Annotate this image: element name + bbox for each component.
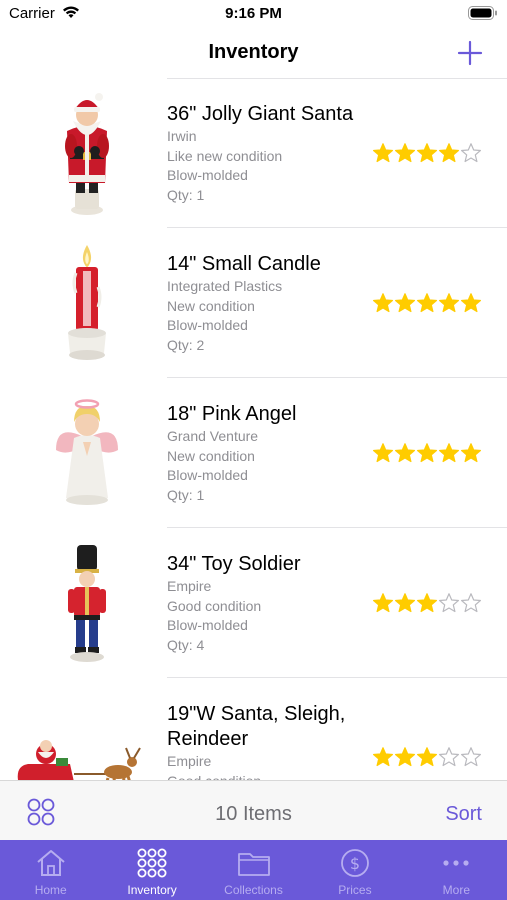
item-maker: Integrated Plastics	[167, 278, 283, 294]
star-filled-icon	[417, 443, 437, 463]
battery-icon	[468, 6, 497, 20]
item-title: 19"W Santa, Sleigh, Reindeer	[167, 703, 346, 750]
star-empty-icon	[461, 143, 481, 163]
tab-label: More	[442, 883, 470, 897]
star-filled-icon	[373, 443, 393, 463]
star-filled-icon	[395, 143, 415, 163]
star-empty-icon	[439, 593, 459, 613]
star-rating	[372, 292, 482, 314]
tab-collections[interactable]: Collections	[203, 840, 304, 900]
list-item[interactable]: 36" Jolly Giant Santa Irwin Like new con…	[0, 78, 507, 228]
item-type: Blow-molded	[167, 617, 248, 633]
star-filled-icon	[373, 143, 393, 163]
home-icon	[37, 850, 65, 876]
list-item[interactable]: 19"W Santa, Sleigh, Reindeer Empire Good…	[0, 678, 507, 780]
item-maker: Empire	[167, 578, 212, 594]
dollar-circle-icon: $	[341, 849, 369, 877]
tab-more[interactable]: More	[406, 840, 507, 900]
star-rating	[372, 442, 482, 464]
item-condition: Good condition	[167, 772, 367, 781]
item-quantity: Qty: 1	[167, 186, 205, 203]
item-quantity: Qty: 2	[167, 336, 205, 353]
item-title: 18" Pink Angel	[167, 403, 297, 425]
tab-label: Inventory	[127, 883, 177, 897]
star-rating	[372, 142, 482, 164]
item-quantity: Qty: 1	[167, 486, 205, 503]
item-photo-toy-soldier	[22, 538, 152, 668]
star-filled-icon	[395, 593, 415, 613]
item-type: Blow-molded	[167, 317, 248, 333]
item-condition: Good condition	[167, 597, 262, 614]
star-empty-icon	[461, 747, 481, 767]
star-filled-icon	[395, 293, 415, 313]
status-bar: Carrier 9:16 PM	[0, 0, 507, 28]
item-photo-candle	[22, 238, 152, 368]
star-filled-icon	[461, 293, 481, 313]
page-title: Inventory	[208, 41, 299, 63]
item-title: 36" Jolly Giant Santa	[167, 103, 354, 125]
inventory-list[interactable]: 36" Jolly Giant Santa Irwin Like new con…	[0, 78, 507, 780]
more-dots-icon	[443, 860, 469, 866]
tab-inventory[interactable]: Inventory	[101, 840, 202, 900]
sort-button[interactable]: Sort	[445, 803, 482, 826]
star-filled-icon	[417, 593, 437, 613]
inventory-grid-icon	[137, 848, 167, 878]
star-rating	[372, 746, 482, 768]
clock: 9:16 PM	[225, 5, 282, 22]
svg-text:$: $	[350, 854, 360, 873]
item-photo-angel	[22, 388, 152, 518]
item-title: 34" Toy Soldier	[167, 553, 301, 575]
item-condition: New condition	[167, 447, 255, 464]
tab-bar: Home Inventory Collections $ Prices More	[0, 840, 507, 900]
item-quantity: Qty: 4	[167, 636, 205, 653]
star-empty-icon	[461, 593, 481, 613]
list-toolbar: 10 Items Sort	[0, 780, 507, 840]
item-maker: Irwin	[167, 128, 197, 144]
item-photo-santa-sleigh	[8, 708, 158, 780]
item-type: Blow-molded	[167, 167, 248, 183]
star-empty-icon	[439, 747, 459, 767]
star-filled-icon	[439, 143, 459, 163]
star-filled-icon	[461, 443, 481, 463]
star-filled-icon	[417, 747, 437, 767]
folder-icon	[237, 853, 270, 876]
star-filled-icon	[417, 293, 437, 313]
item-type: Blow-molded	[167, 467, 248, 483]
star-filled-icon	[373, 293, 393, 313]
tab-label: Collections	[224, 883, 283, 897]
star-rating	[372, 592, 482, 614]
star-filled-icon	[417, 143, 437, 163]
item-title: 14" Small Candle	[167, 253, 321, 275]
star-filled-icon	[373, 593, 393, 613]
item-photo-santa	[22, 88, 152, 218]
item-condition: New condition	[167, 297, 255, 314]
star-filled-icon	[439, 443, 459, 463]
item-maker: Empire	[167, 753, 212, 769]
tab-prices[interactable]: $ Prices	[304, 840, 405, 900]
list-item[interactable]: 34" Toy Soldier Empire Good condition Bl…	[0, 528, 507, 678]
star-filled-icon	[395, 747, 415, 767]
tab-label: Home	[34, 883, 67, 897]
list-item[interactable]: 18" Pink Angel Grand Venture New conditi…	[0, 378, 507, 528]
navigation-bar: Inventory	[0, 28, 507, 78]
item-condition: Like new condition	[167, 147, 283, 164]
list-item[interactable]: 14" Small Candle Integrated Plastics New…	[0, 228, 507, 378]
tab-label: Prices	[338, 883, 372, 897]
star-filled-icon	[439, 293, 459, 313]
item-maker: Grand Venture	[167, 428, 259, 444]
tab-home[interactable]: Home	[0, 840, 101, 900]
add-item-button[interactable]	[455, 38, 485, 68]
star-filled-icon	[395, 443, 415, 463]
item-count: 10 Items	[215, 803, 292, 825]
star-filled-icon	[373, 747, 393, 767]
